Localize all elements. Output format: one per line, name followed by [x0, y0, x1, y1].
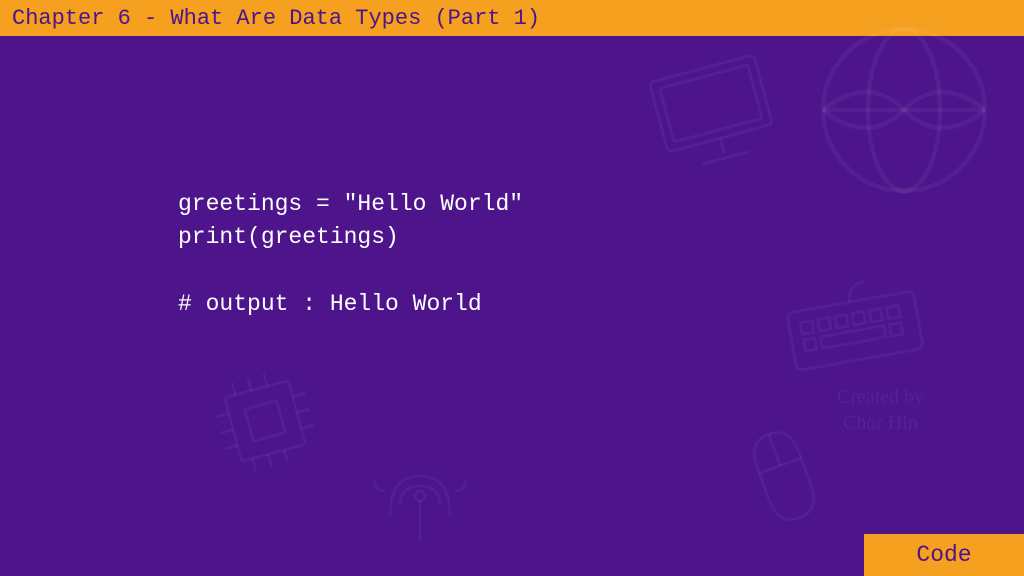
code-line-2: print(greetings): [178, 224, 399, 250]
keyboard-icon: [777, 269, 931, 382]
page-title: Chapter 6 - What Are Data Types (Part 1): [12, 6, 540, 31]
watermark: Created by Chor Hin: [837, 384, 924, 436]
code-line-4: # output : Hello World: [178, 291, 482, 317]
code-line-1: greetings = "Hello World": [178, 191, 523, 217]
footer-label: Code: [864, 534, 1024, 576]
footer-text: Code: [916, 542, 971, 568]
globe-icon: [814, 20, 994, 200]
mouse-icon: [729, 415, 838, 536]
code-block: greetings = "Hello World" print(greeting…: [178, 188, 523, 321]
chip-icon: [198, 354, 333, 489]
watermark-line-2: Chor Hin: [837, 410, 924, 436]
watermark-line-1: Created by: [837, 384, 924, 410]
wifi-icon: [370, 446, 470, 546]
monitor-icon: [642, 46, 786, 183]
